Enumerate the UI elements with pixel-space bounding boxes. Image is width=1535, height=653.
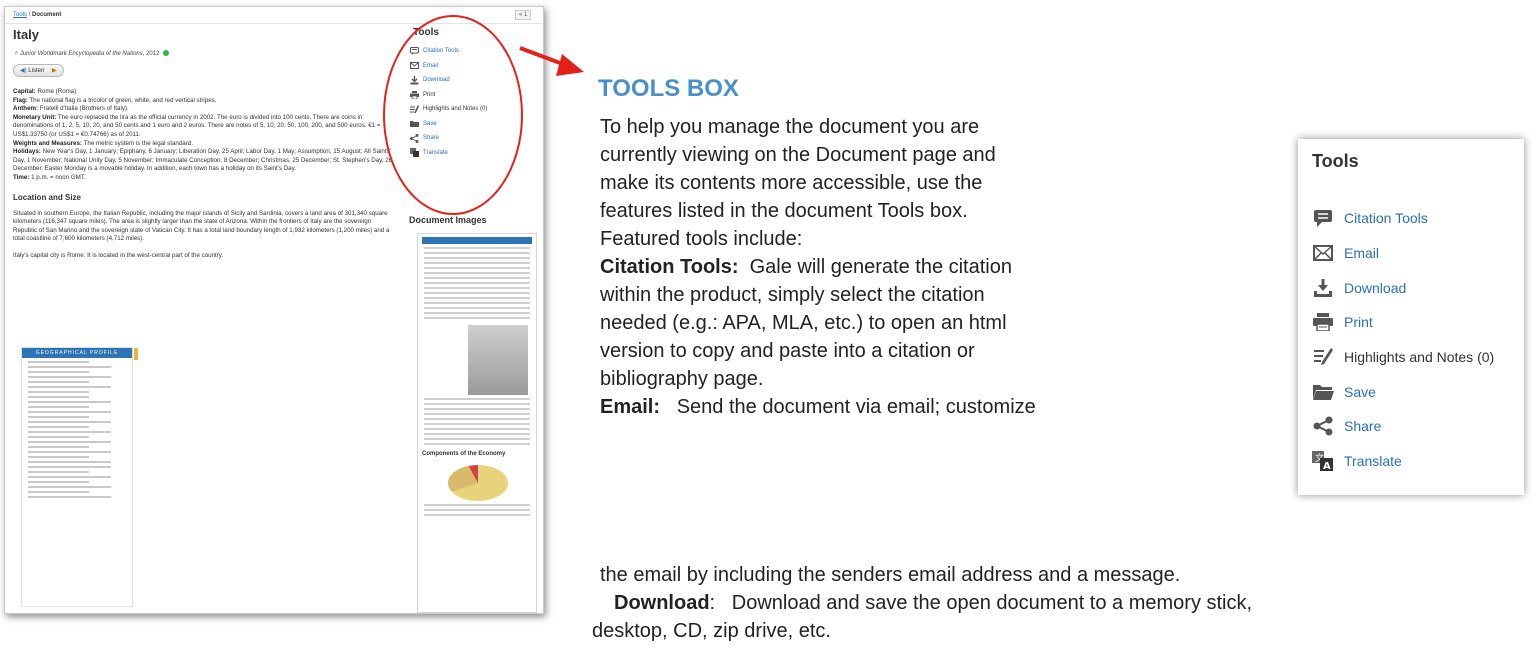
- breadcrumb: Tools \ Document: [13, 12, 61, 18]
- section-heading: Location and Size: [13, 192, 82, 202]
- download-line: Download: Download and save the open doc…: [614, 592, 1253, 614]
- profile-accent: [134, 348, 138, 360]
- fact-item: Monetary Unit: The euro replaced the lir…: [13, 113, 381, 138]
- breadcrumb-tools-link[interactable]: Tools: [13, 12, 27, 18]
- tools-box-title: Tools: [1312, 151, 1359, 171]
- download-label: Download: [614, 592, 710, 614]
- intro-line: To help you manage the document you are: [600, 116, 980, 138]
- citation-line: Citation Tools: Gale will generate the c…: [600, 256, 1012, 278]
- citation-line: within the product, simply select the ci…: [600, 284, 985, 306]
- intro-line: features listed in the document Tools bo…: [600, 200, 968, 222]
- article-heading: TOOLS BOX: [598, 75, 739, 102]
- source-icon: ✧: [13, 51, 19, 57]
- fact-item: Holidays: New Year's Day, 1 January; Epi…: [13, 148, 393, 173]
- citation-line: version to copy and paste into a citatio…: [600, 340, 975, 362]
- intro-line: currently viewing on the Document page a…: [600, 144, 996, 166]
- intro-line: make its contents more accessible, use t…: [600, 172, 983, 194]
- document-title: Italy: [13, 27, 40, 42]
- source-citation: ✧ Junior Worldmark Encyclopedia of the N…: [13, 50, 395, 57]
- listen-label: Listen: [28, 68, 45, 74]
- citation-label: Citation Tools:: [600, 256, 739, 278]
- fact-item: Capital: Rome (Roma): [13, 88, 77, 95]
- tools-box: Tools Citation Tools Email Download Prin…: [1298, 139, 1524, 495]
- tool-translate[interactable]: 文A Translate: [1312, 444, 1494, 479]
- profile-header: GEOGRAPHICAL PROFILE: [22, 348, 132, 358]
- status-dot-icon: [163, 50, 170, 57]
- fact-list: Capital: Rome (Roma) Flag: The national …: [13, 88, 395, 183]
- listen-button[interactable]: ◀) Listen ▶: [13, 64, 64, 77]
- tool-share[interactable]: Share: [1312, 409, 1494, 444]
- email-line-continued: the email by including the senders email…: [600, 564, 1181, 586]
- intro-line: Featured tools include:: [600, 228, 803, 250]
- email-label: Email:: [600, 396, 661, 418]
- highlights-icon: [1312, 347, 1334, 367]
- folder-icon: [1312, 382, 1334, 402]
- citation-icon: [1312, 208, 1334, 228]
- translate-icon: 文A: [1312, 451, 1334, 472]
- citation-line: needed (e.g.: APA, MLA, etc.) to open an…: [600, 312, 1007, 334]
- tool-save[interactable]: Save: [1312, 374, 1494, 409]
- location-paragraph: Situated in southern Europe, the Italian…: [13, 209, 390, 243]
- svg-text:A: A: [1323, 461, 1331, 471]
- portrait-photo: [468, 325, 528, 395]
- fact-item: Time: 1 p.m. = noon GMT.: [13, 173, 86, 181]
- play-icon: ▶: [51, 68, 57, 74]
- highlight-ellipse: [383, 15, 523, 215]
- email-line: Email: Send the document via email; cust…: [600, 396, 1036, 418]
- document-images-title: Document Images: [409, 215, 487, 225]
- fact-item: Flag: The national flag is a tricolor of…: [13, 96, 217, 104]
- email-icon: [1312, 243, 1334, 263]
- thumbnail-caption: Components of the Economy: [422, 451, 506, 457]
- tool-email[interactable]: Email: [1312, 236, 1494, 271]
- document-content: Italy ✧ Junior Worldmark Encyclopedia of…: [13, 27, 395, 261]
- speaker-icon: ◀): [20, 68, 27, 74]
- citation-line: bibliography page.: [600, 368, 764, 390]
- article-body: To help you manage the document you are …: [600, 113, 1036, 421]
- pie-chart-thumbnail: [448, 465, 508, 501]
- tool-highlights-notes[interactable]: Highlights and Notes (0): [1312, 340, 1494, 375]
- page-nav[interactable]: « 1: [515, 10, 532, 20]
- geographical-profile-image[interactable]: GEOGRAPHICAL PROFILE: [21, 347, 138, 607]
- tool-download[interactable]: Download: [1312, 270, 1494, 305]
- download-line-continued: desktop, CD, zip drive, etc.: [592, 620, 831, 642]
- tool-citation[interactable]: Citation Tools: [1312, 201, 1494, 236]
- breadcrumb-current: Document: [32, 12, 62, 18]
- share-icon: [1312, 416, 1334, 436]
- tool-print[interactable]: Print: [1312, 305, 1494, 340]
- download-icon: [1312, 278, 1334, 298]
- fact-item: Anthem: Fratelli d'Italia (Brothers of I…: [13, 105, 129, 113]
- arrow-icon: [519, 46, 584, 76]
- capital-paragraph: Italy's capital city is Rome. It is loca…: [13, 251, 224, 259]
- source-year: , 2012: [142, 51, 160, 57]
- print-icon: [1312, 312, 1334, 332]
- fact-item: Weights and Measures: The metric system …: [13, 139, 193, 147]
- breadcrumb-separator: \: [28, 12, 31, 18]
- tools-list: Citation Tools Email Download Print High…: [1312, 201, 1494, 479]
- document-image-thumbnail[interactable]: Components of the Economy: [417, 233, 537, 613]
- source-title: Junior Worldmark Encyclopedia of the Nat…: [19, 51, 143, 57]
